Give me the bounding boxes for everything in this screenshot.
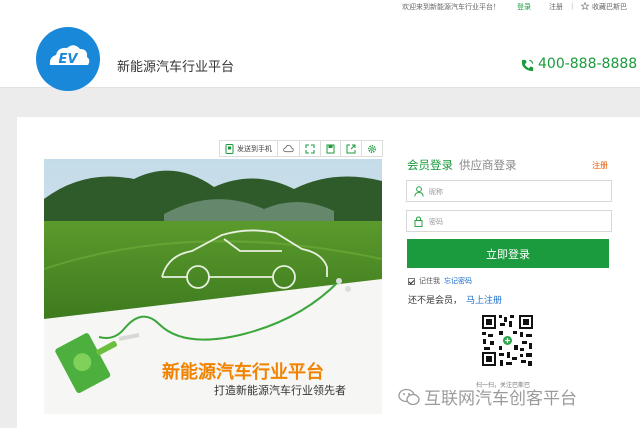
signup-link[interactable]: 马上注册 (466, 296, 502, 306)
logo-text: EV (59, 52, 79, 67)
cloud-icon (283, 145, 294, 153)
banner-subtitle: 打造新能源汽车行业领先者 (214, 384, 346, 397)
settings-button[interactable] (362, 141, 382, 156)
fullscreen-button[interactable] (300, 141, 321, 156)
remember-label: 记住我 (419, 277, 440, 285)
phone-qr-icon (225, 143, 234, 154)
top-login-link[interactable]: 登录 (517, 2, 531, 12)
banner-title: 新能源汽车行业平台 (162, 362, 324, 383)
not-member-text: 还不是会员， (408, 296, 463, 306)
signup-prompt: 还不是会员， 马上注册 (408, 293, 502, 306)
share-button[interactable] (341, 141, 362, 156)
password-input[interactable] (429, 214, 599, 229)
username-input[interactable] (429, 184, 599, 199)
welcome-text: 欢迎来到新能源汽车行业平台！ (402, 3, 500, 11)
watermark-text: 互联网汽车创客平台 (424, 389, 577, 409)
share-icon (346, 144, 356, 153)
send-to-phone-label: 发送到手机 (237, 144, 272, 153)
cloud-button[interactable] (278, 141, 300, 156)
lock-icon (414, 216, 423, 227)
hotline-number: 400-888-8888 (538, 56, 638, 72)
top-register-link[interactable]: 注册 (549, 2, 563, 12)
watermark: 互联网汽车创客平台 (398, 384, 577, 409)
favorite-link[interactable]: 收藏巴斯巴 (592, 2, 627, 12)
top-separator: | (571, 2, 574, 10)
share-toolbar: 发送到手机 (219, 140, 383, 157)
forgot-password-link[interactable]: 忘记密码 (444, 276, 472, 286)
tab-member-login[interactable]: 会员登录 (407, 157, 453, 173)
ev-logo[interactable]: EV (36, 27, 100, 91)
send-to-phone-button[interactable]: 发送到手机 (220, 141, 278, 156)
save-button[interactable] (321, 141, 341, 156)
site-header: EV 新能源汽车行业平台 400-888-8888 (0, 12, 640, 91)
login-button[interactable]: 立即登录 (407, 239, 609, 268)
tab-supplier-login[interactable]: 供应商登录 (459, 157, 517, 173)
register-link[interactable]: 注册 (592, 160, 608, 171)
expand-icon (305, 143, 315, 154)
password-field[interactable] (406, 210, 612, 232)
top-bar: 欢迎来到新能源汽车行业平台！ 登录 注册 | 收藏巴斯巴 (0, 0, 640, 12)
user-icon (414, 186, 424, 197)
save-icon (326, 144, 335, 153)
wechat-icon (398, 388, 420, 405)
phone-icon (521, 59, 534, 72)
remember-checkbox[interactable] (408, 277, 415, 285)
remember-me: 记住我 忘记密码 (408, 276, 472, 286)
site-title: 新能源汽车行业平台 (117, 60, 235, 75)
gear-icon (368, 144, 376, 153)
star-icon (580, 1, 590, 12)
username-field[interactable] (406, 180, 612, 202)
qr-code (480, 313, 535, 368)
